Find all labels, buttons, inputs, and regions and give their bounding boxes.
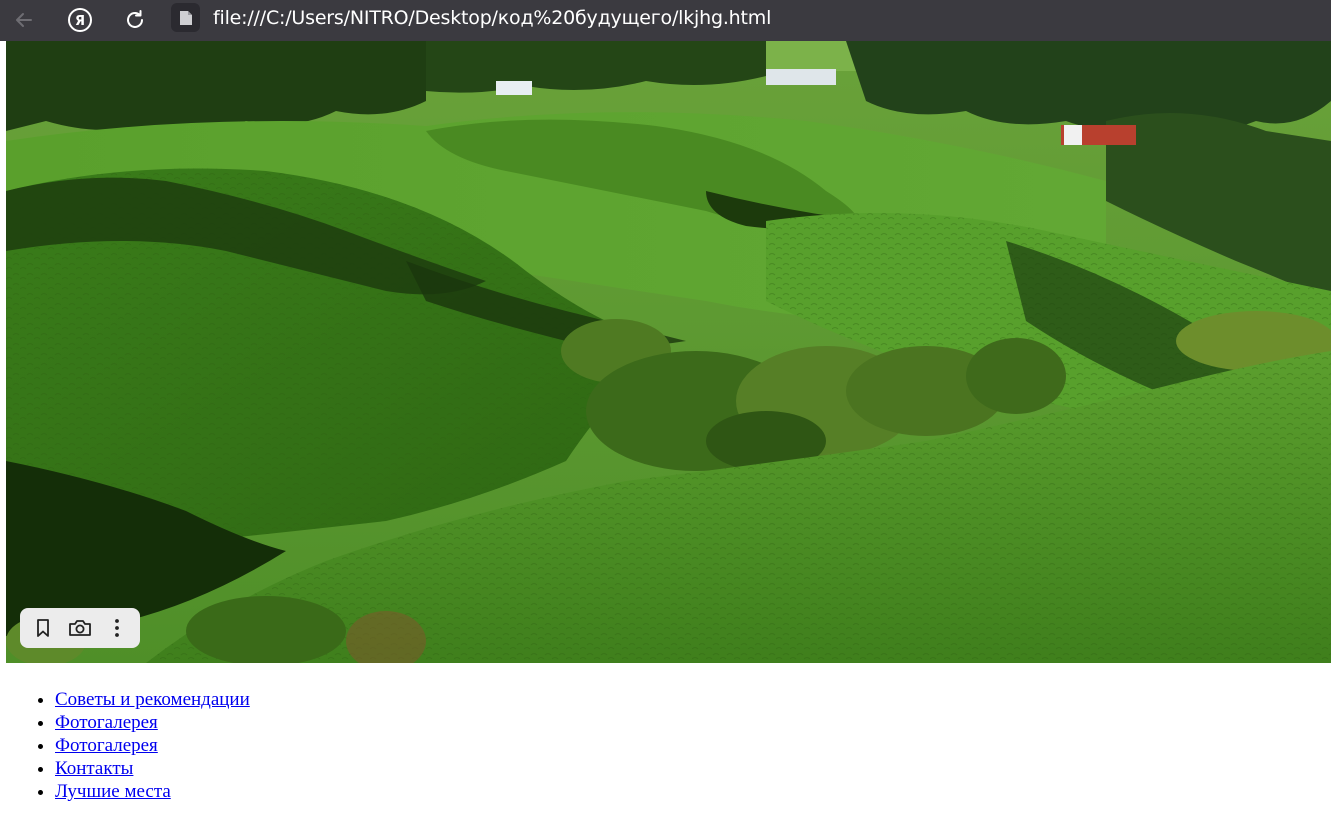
yandex-button[interactable]: Я (64, 4, 96, 36)
bookmark-icon (36, 619, 49, 637)
nav-list: Советы и рекомендации Фотогалерея Фотога… (0, 688, 250, 803)
nav-link-tips[interactable]: Советы и рекомендации (55, 689, 250, 710)
list-item: Контакты (55, 757, 250, 780)
list-item: Фотогалерея (55, 711, 250, 734)
reload-icon (127, 10, 143, 28)
nav-link-gallery[interactable]: Фотогалерея (55, 712, 158, 733)
nav-link-gallery-2[interactable]: Фотогалерея (55, 735, 158, 756)
list-item: Лучшие места (55, 780, 250, 803)
page-info-button[interactable] (171, 3, 200, 32)
browser-toolbar: Я file:///C:/Users/NITRO/Desktop/код%20б… (0, 0, 1331, 41)
back-button[interactable] (8, 4, 40, 36)
svg-text:Я: Я (75, 14, 85, 29)
more-vertical-icon (115, 619, 120, 637)
arrow-left-icon (16, 13, 32, 27)
more-button[interactable] (100, 611, 134, 645)
image-toolbar (20, 608, 140, 648)
camera-icon (69, 620, 91, 636)
nav-link-best-places[interactable]: Лучшие места (55, 781, 171, 802)
reload-button[interactable] (119, 4, 151, 36)
bookmark-button[interactable] (26, 611, 60, 645)
list-item: Советы и рекомендации (55, 688, 250, 711)
list-item: Фотогалерея (55, 734, 250, 757)
landscape-photo (6, 41, 1331, 663)
file-icon (179, 10, 192, 25)
camera-button[interactable] (63, 611, 97, 645)
nav-link-contacts[interactable]: Контакты (55, 758, 133, 779)
address-bar[interactable]: file:///C:/Users/NITRO/Desktop/код%20буд… (213, 6, 771, 30)
yandex-icon: Я (68, 8, 92, 32)
